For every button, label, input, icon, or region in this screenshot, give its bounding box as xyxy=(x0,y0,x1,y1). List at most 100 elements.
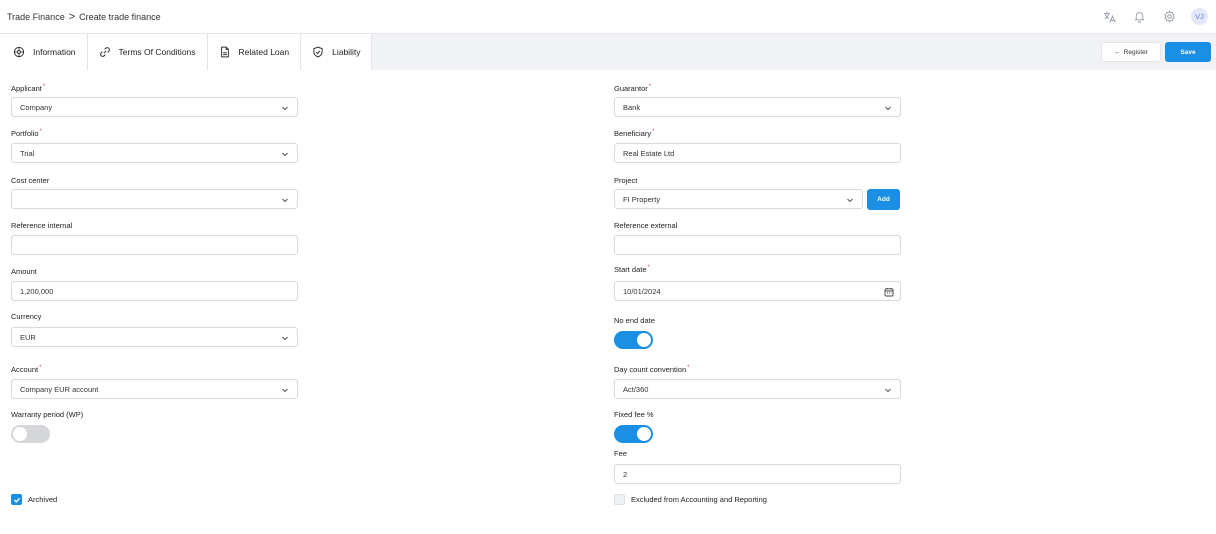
chevron-down-icon xyxy=(282,198,288,203)
applicant-value: Company xyxy=(20,102,53,112)
tab-related-loan[interactable]: Related Loan xyxy=(208,34,302,70)
chevron-down-icon xyxy=(847,198,853,203)
chevron-down-icon xyxy=(282,388,288,393)
archived-checkbox[interactable] xyxy=(11,494,22,505)
archived-label: Archived xyxy=(28,495,58,504)
day-count-label: Day count convention* xyxy=(614,365,690,374)
fixed-fee-label: Fixed fee % xyxy=(614,410,654,419)
register-button[interactable]: ← Register xyxy=(1101,42,1161,62)
tab-bar: Information Terms Of Conditions Related … xyxy=(0,33,1216,70)
register-button-label: Register xyxy=(1123,48,1148,56)
gear-icon[interactable] xyxy=(1161,9,1177,25)
toggle-knob xyxy=(637,333,651,347)
add-project-button[interactable]: Add xyxy=(867,189,900,210)
reference-internal-input[interactable] xyxy=(11,235,298,255)
cost-center-select[interactable] xyxy=(11,189,298,209)
beneficiary-value: Real Estate Ltd xyxy=(623,148,675,158)
guarantor-select[interactable]: Bank xyxy=(614,97,901,117)
excluded-checkbox[interactable] xyxy=(614,494,625,505)
project-select[interactable]: FI Property xyxy=(614,189,863,209)
required-marker: * xyxy=(647,265,650,271)
warranty-period-toggle[interactable] xyxy=(11,425,50,443)
breadcrumb-current: Create trade finance xyxy=(79,11,161,22)
required-marker: * xyxy=(652,129,655,135)
beneficiary-label: Beneficiary* xyxy=(614,129,655,138)
amount-label: Amount xyxy=(11,267,37,276)
start-date-value: 10/01/2024 xyxy=(623,286,661,296)
tab-information[interactable]: Information xyxy=(0,34,88,70)
top-icons: VJ xyxy=(1101,8,1208,25)
currency-label: Currency xyxy=(11,312,42,321)
chevron-down-icon xyxy=(885,106,891,111)
tab-liability-label: Liability xyxy=(332,47,361,57)
fee-label: Fee xyxy=(614,449,627,458)
required-marker: * xyxy=(687,365,690,371)
check-icon xyxy=(13,497,20,503)
chevron-down-icon xyxy=(282,152,288,157)
top-bar: Trade Finance > Create trade finance VJ xyxy=(0,0,1216,33)
required-marker: * xyxy=(39,365,42,371)
tabs: Information Terms Of Conditions Related … xyxy=(0,34,373,70)
chevron-down-icon xyxy=(885,388,891,393)
portfolio-select[interactable]: Trial xyxy=(11,143,298,163)
no-end-date-label: No end date xyxy=(614,316,655,325)
translate-icon[interactable] xyxy=(1101,9,1117,25)
amount-value: 1,200,000 xyxy=(20,286,54,296)
tab-terms-label: Terms Of Conditions xyxy=(118,47,196,57)
link-icon xyxy=(99,47,110,57)
start-date-label: Start date* xyxy=(614,265,650,274)
info-gear-icon xyxy=(13,46,25,58)
avatar[interactable]: VJ xyxy=(1191,8,1208,25)
account-label: Account* xyxy=(11,365,42,374)
toggle-knob xyxy=(13,427,27,441)
cost-center-label: Cost center xyxy=(11,176,50,185)
arrow-left-icon: ← xyxy=(1114,48,1121,56)
warranty-period-label: Warranty period (WP) xyxy=(11,410,84,419)
amount-input[interactable]: 1,200,000 xyxy=(11,281,298,301)
calendar-icon[interactable] xyxy=(884,287,894,297)
tab-liability[interactable]: Liability xyxy=(301,34,373,70)
save-button[interactable]: Save xyxy=(1165,42,1211,62)
account-select[interactable]: Company EUR account xyxy=(11,379,298,399)
currency-select[interactable]: EUR xyxy=(11,327,298,347)
archived-checkbox-row[interactable]: Archived xyxy=(11,494,57,505)
excluded-checkbox-row[interactable]: Excluded from Accounting and Reporting xyxy=(614,494,767,505)
no-end-date-toggle[interactable] xyxy=(614,331,653,349)
breadcrumb-root[interactable]: Trade Finance xyxy=(7,12,65,22)
fee-value: 2 xyxy=(623,469,628,479)
project-value: FI Property xyxy=(623,194,661,204)
breadcrumb-separator: > xyxy=(68,10,76,23)
breadcrumb: Trade Finance > Create trade finance xyxy=(7,11,161,23)
guarantor-label: Guarantor* xyxy=(614,84,652,93)
start-date-input[interactable]: 10/01/2024 xyxy=(614,281,901,301)
fixed-fee-toggle[interactable] xyxy=(614,425,653,443)
chevron-down-icon xyxy=(282,106,288,111)
applicant-label: Applicant* xyxy=(11,84,46,93)
toggle-knob xyxy=(637,427,651,441)
shield-check-icon xyxy=(313,46,323,58)
tab-information-label: Information xyxy=(33,47,76,57)
portfolio-value: Trial xyxy=(20,148,35,158)
bell-icon[interactable] xyxy=(1131,9,1147,25)
reference-external-label: Reference external xyxy=(614,221,678,230)
project-label: Project xyxy=(614,176,638,185)
portfolio-label: Portfolio* xyxy=(11,129,42,138)
excluded-label: Excluded from Accounting and Reporting xyxy=(631,495,767,504)
required-marker: * xyxy=(648,84,652,90)
fee-input[interactable]: 2 xyxy=(614,464,901,484)
currency-value: EUR xyxy=(20,332,36,342)
required-marker: * xyxy=(39,129,42,135)
chevron-down-icon xyxy=(282,336,288,341)
day-count-select[interactable]: Act/360 xyxy=(614,379,901,399)
guarantor-value: Bank xyxy=(623,102,641,112)
reference-internal-label: Reference internal xyxy=(11,221,73,230)
account-value: Company EUR account xyxy=(20,384,99,394)
document-icon xyxy=(220,46,229,58)
applicant-select[interactable]: Company xyxy=(11,97,298,117)
tab-terms[interactable]: Terms Of Conditions xyxy=(88,34,208,70)
beneficiary-input[interactable]: Real Estate Ltd xyxy=(614,143,901,163)
tab-related-loan-label: Related Loan xyxy=(238,47,290,57)
required-marker: * xyxy=(42,84,46,90)
reference-external-input[interactable] xyxy=(614,235,901,255)
day-count-value: Act/360 xyxy=(623,384,649,394)
